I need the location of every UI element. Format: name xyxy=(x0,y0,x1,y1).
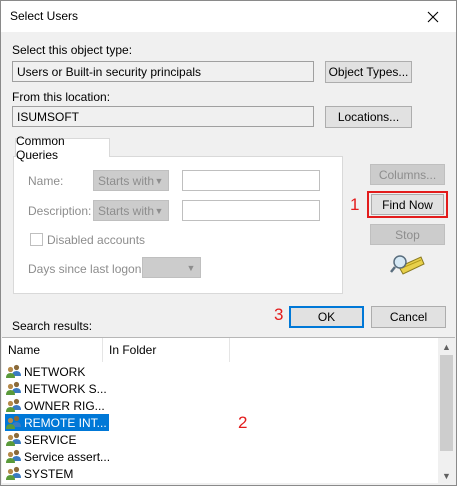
common-queries-panel: Name: Starts with ▼ Description: Starts … xyxy=(13,156,343,294)
close-button[interactable] xyxy=(410,1,456,32)
users-group-icon xyxy=(5,415,23,430)
tab-common-queries[interactable]: Common Queries xyxy=(15,134,110,162)
object-type-label: Select this object type: xyxy=(12,43,133,57)
chevron-down-icon: ▼ xyxy=(154,175,164,186)
name-input[interactable] xyxy=(182,170,320,191)
close-icon xyxy=(427,11,439,22)
users-group-icon xyxy=(5,381,23,396)
users-group-icon xyxy=(5,466,23,481)
name-label: Name: xyxy=(28,174,64,188)
location-label: From this location: xyxy=(12,90,111,104)
list-item-name: NETWORK xyxy=(24,364,86,379)
column-header-name[interactable]: Name xyxy=(2,338,103,362)
list-item-selected[interactable]: REMOTE INT... xyxy=(5,414,109,431)
object-type-field: Users or Built-in security principals xyxy=(12,61,314,82)
chevron-down-icon: ▼ xyxy=(186,262,196,273)
select-users-dialog: Select Users Select this object type: Us… xyxy=(0,0,457,486)
users-group-icon xyxy=(5,449,23,464)
dialog-title: Select Users xyxy=(10,9,79,23)
list-item-name: OWNER RIG... xyxy=(24,398,105,413)
users-group-icon xyxy=(5,432,23,447)
ok-button[interactable]: OK xyxy=(289,306,364,328)
list-item-name: Service assert... xyxy=(24,449,111,464)
description-starts-with-value: Starts with xyxy=(98,204,155,218)
name-starts-with-value: Starts with xyxy=(98,174,155,188)
list-item[interactable]: OWNER RIG... xyxy=(5,397,107,414)
locations-button[interactable]: Locations... xyxy=(325,106,412,128)
column-header-in-folder[interactable]: In Folder xyxy=(103,338,230,362)
chevron-down-icon: ▼ xyxy=(154,205,164,216)
list-item[interactable]: NETWORK xyxy=(5,363,87,380)
columns-button[interactable]: Columns... xyxy=(370,164,445,185)
step-1-marker: 1 xyxy=(350,195,360,214)
title-bar: Select Users xyxy=(1,1,456,32)
list-item[interactable]: SERVICE xyxy=(5,431,78,448)
results-scrollbar[interactable]: ▲ ▼ xyxy=(438,338,455,484)
list-item-name: NETWORK S... xyxy=(24,381,107,396)
scroll-up-arrow-icon[interactable]: ▲ xyxy=(438,338,455,355)
search-animation-icon xyxy=(390,255,425,275)
days-since-logon-select[interactable]: ▼ xyxy=(142,257,201,278)
list-item-name: REMOTE INT... xyxy=(24,415,107,430)
cancel-button[interactable]: Cancel xyxy=(371,306,446,328)
users-group-icon xyxy=(5,364,23,379)
object-types-button[interactable]: Object Types... xyxy=(325,61,412,83)
disabled-accounts-checkbox[interactable] xyxy=(30,233,43,246)
stop-button[interactable]: Stop xyxy=(370,224,445,245)
search-results-list[interactable]: Name In Folder NETWORK NETWORK S... OWNE… xyxy=(2,337,455,484)
list-item-name: SYSTEM xyxy=(24,466,74,481)
list-item[interactable]: SYSTEM xyxy=(5,465,75,482)
users-group-icon xyxy=(5,398,23,413)
description-starts-with-select[interactable]: Starts with ▼ xyxy=(93,200,169,221)
list-item[interactable]: Service assert... xyxy=(5,448,112,465)
list-item[interactable]: NETWORK S... xyxy=(5,380,109,397)
find-now-button[interactable]: Find Now xyxy=(371,194,444,215)
location-field: ISUMSOFT xyxy=(12,106,314,127)
step-3-marker: 3 xyxy=(274,305,284,324)
description-label: Description: xyxy=(28,204,92,218)
name-starts-with-select[interactable]: Starts with ▼ xyxy=(93,170,169,191)
days-since-logon-label: Days since last logon: xyxy=(28,262,145,276)
step-2-marker: 2 xyxy=(238,413,248,432)
scroll-down-arrow-icon[interactable]: ▼ xyxy=(438,467,455,484)
list-item-name: SERVICE xyxy=(24,432,77,447)
search-results-label: Search results: xyxy=(12,319,93,333)
disabled-accounts-label: Disabled accounts xyxy=(47,233,146,247)
scrollbar-thumb[interactable] xyxy=(440,355,453,451)
description-input[interactable] xyxy=(182,200,320,221)
